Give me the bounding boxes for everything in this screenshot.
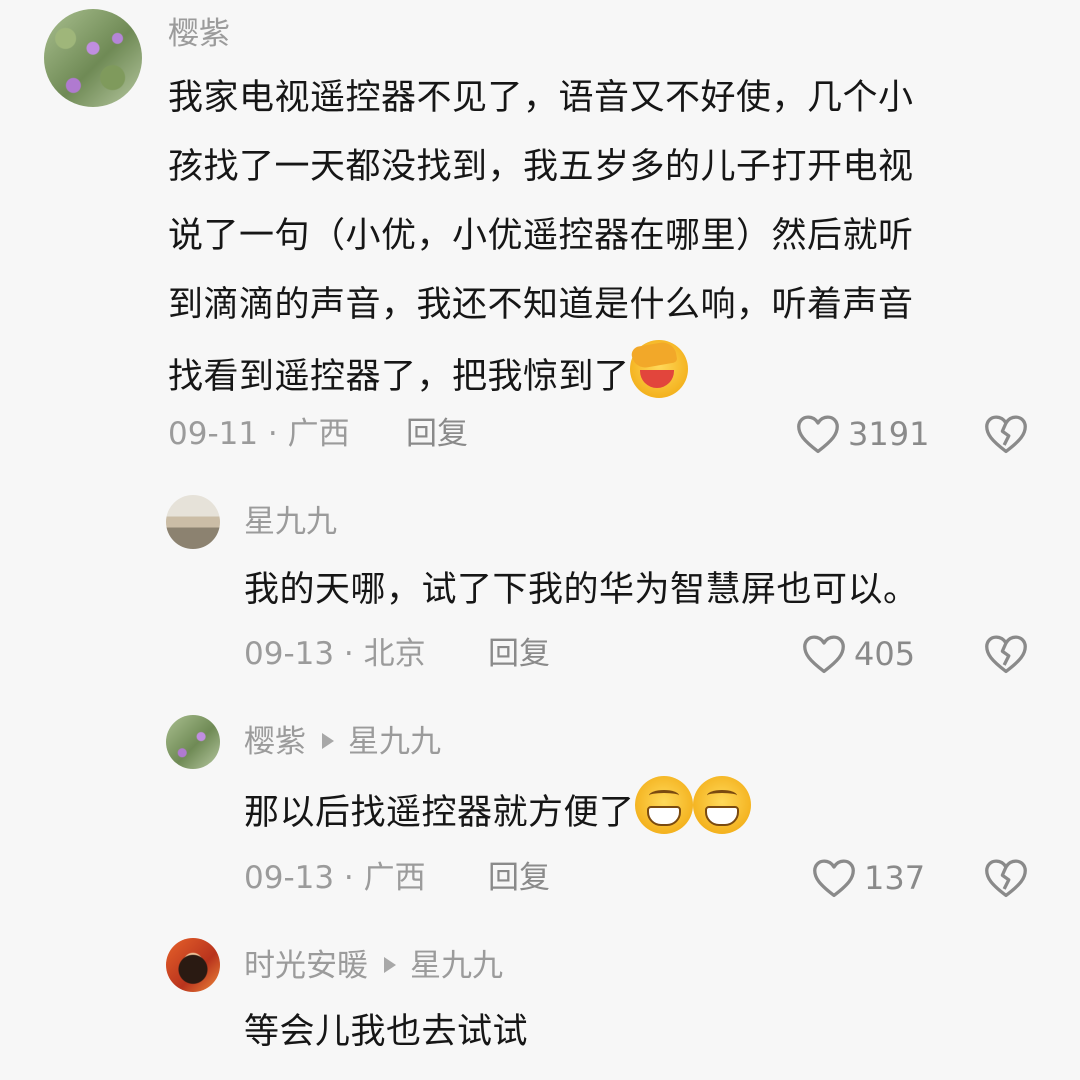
comment-text-fragment: 找看到遥控器了，把我惊到了 [168,357,630,397]
reply-arrow-icon [384,957,396,973]
like-count: 137 [864,859,926,897]
facepalm-laugh-emoji-icon [629,340,688,398]
comment-author[interactable]: 星九九 [244,502,337,542]
reply-button[interactable]: 回复 [406,414,468,454]
comment-text-line: 找看到遥控器了，把我惊到了 [168,340,1048,412]
reply-arrow-icon [322,733,334,749]
reply-button[interactable]: 回复 [488,634,550,674]
like-button[interactable]: 137 [812,856,925,900]
like-count: 3191 [848,415,930,453]
like-count: 405 [854,635,916,673]
comment-date-location: 09-13 · 广西 [244,860,426,896]
heart-outline-icon [803,635,845,674]
grinning-emoji-icon [692,776,751,834]
broken-heart-icon[interactable] [984,632,1028,676]
comment-text-line: 说了一句（小优，小优遥控器在哪里）然后就听 [168,216,914,256]
comment-author[interactable]: 樱紫 [244,724,306,760]
comment-author[interactable]: 樱紫 [168,14,230,54]
grinning-emoji-icon [634,776,693,834]
avatar[interactable] [166,715,220,769]
broken-heart-icon[interactable] [984,412,1028,456]
like-button[interactable]: 405 [802,632,915,676]
comment-author-line: 樱紫 星九九 [244,722,441,762]
comment-author[interactable]: 时光安暖 [244,948,368,984]
heart-outline-icon [813,859,855,898]
comment-text-line: 孩找了一天都没找到，我五岁多的儿子打开电视 [168,147,914,187]
comment-text-fragment: 那以后找遥控器就方便了 [244,793,635,833]
reply-button[interactable]: 回复 [488,858,550,898]
comment-date-location: 09-13 · 北京 [244,636,426,672]
like-button[interactable]: 3191 [796,412,929,456]
broken-heart-icon[interactable] [984,856,1028,900]
heart-outline-icon [797,415,839,454]
reply-to-author[interactable]: 星九九 [410,948,503,984]
comment-date-location: 09-11 · 广西 [168,416,350,452]
reply-to-author[interactable]: 星九九 [348,724,441,760]
avatar[interactable] [166,938,220,992]
comment-text-line: 我家电视遥控器不见了，语音又不好使，几个小 [168,78,914,118]
comment-text-line: 到滴滴的声音，我还不知道是什么响，听着声音 [168,285,914,325]
comment-author-line: 时光安暖 星九九 [244,946,503,986]
avatar[interactable] [166,495,220,549]
comment-text: 那以后找遥控器就方便了 [244,776,1044,848]
comment-text: 等会儿我也去试试 [244,1012,529,1052]
comment-text: 我的天哪，试了下我的华为智慧屏也可以。 [244,570,919,610]
comment-text: 我家电视遥控器不见了，语音又不好使，几个小 孩找了一天都没找到，我五岁多的儿子打… [168,64,1048,412]
avatar[interactable] [44,9,142,107]
